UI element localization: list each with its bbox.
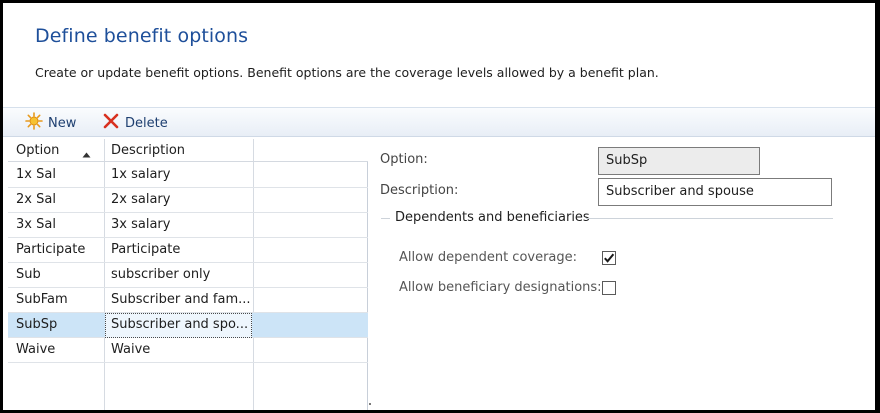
cell-description: 3x salary	[111, 217, 171, 232]
sort-ascending-icon	[82, 147, 91, 162]
cell-description: 1x salary	[111, 167, 171, 182]
cell-option: Sub	[16, 267, 41, 282]
table-row[interactable]: 2x Sal 2x salary	[8, 188, 368, 213]
cell-description: Participate	[111, 242, 181, 257]
allow-beneficiary-checkbox[interactable]	[602, 281, 616, 295]
column-separator	[104, 139, 105, 161]
cell-option: Participate	[16, 242, 86, 257]
group-divider	[586, 218, 833, 219]
cell-description: Subscriber and spo...	[111, 317, 249, 332]
column-header-option[interactable]: Option	[16, 143, 59, 158]
page-title: Define benefit options	[35, 25, 249, 47]
cell-description: subscriber only	[111, 267, 211, 282]
new-button[interactable]: New	[25, 112, 77, 134]
table-row[interactable]: Sub subscriber only	[8, 263, 368, 288]
new-label: New	[48, 115, 77, 131]
grid-header: Option Description	[8, 139, 368, 162]
resize-grip[interactable]	[369, 403, 371, 405]
table-row[interactable]: 3x Sal 3x salary	[8, 213, 368, 238]
options-grid: Option Description 1x Sal 1x salary 2x S…	[8, 139, 368, 410]
description-field[interactable]: Subscriber and spouse	[598, 178, 832, 206]
new-icon	[25, 112, 48, 134]
form-window: Define benefit options Create or update …	[3, 3, 875, 410]
cell-option: SubSp	[16, 317, 58, 332]
allow-beneficiary-label: Allow beneficiary designations:	[399, 280, 602, 295]
group-divider	[381, 218, 390, 219]
delete-label: Delete	[125, 115, 168, 131]
option-field[interactable]: SubSp	[598, 147, 760, 175]
cell-description: 2x salary	[111, 192, 171, 207]
table-row[interactable]: Participate Participate	[8, 238, 368, 263]
details-pane: Option: SubSp Description: Subscriber an…	[369, 139, 875, 410]
checkmark-icon	[604, 253, 615, 263]
group-title: Dependents and beneficiaries	[395, 210, 590, 225]
action-toolbar: New Delete	[3, 107, 875, 137]
column-header-description[interactable]: Description	[111, 143, 185, 158]
cell-option: Waive	[16, 342, 56, 357]
delete-icon	[102, 112, 125, 134]
allow-dependent-checkbox[interactable]	[602, 251, 616, 265]
cell-description: Waive	[111, 342, 151, 357]
table-row[interactable]: 1x Sal 1x salary	[8, 163, 368, 188]
cell-option: 3x Sal	[16, 217, 56, 232]
delete-button[interactable]: Delete	[102, 113, 168, 133]
option-label: Option:	[380, 152, 428, 167]
table-row[interactable]: Waive Waive	[8, 338, 368, 363]
description-label: Description:	[380, 183, 459, 198]
allow-dependent-label: Allow dependent coverage:	[399, 250, 578, 265]
cell-option: SubFam	[16, 292, 68, 307]
cell-description: Subscriber and fam...	[111, 292, 251, 307]
page-description: Create or update benefit options. Benefi…	[35, 65, 659, 80]
table-row[interactable]: SubFam Subscriber and fam...	[8, 288, 368, 313]
table-row-selected[interactable]: SubSp Subscriber and spo...	[8, 313, 368, 338]
cell-option: 2x Sal	[16, 192, 56, 207]
column-separator	[253, 139, 254, 161]
cell-option: 1x Sal	[16, 167, 56, 182]
